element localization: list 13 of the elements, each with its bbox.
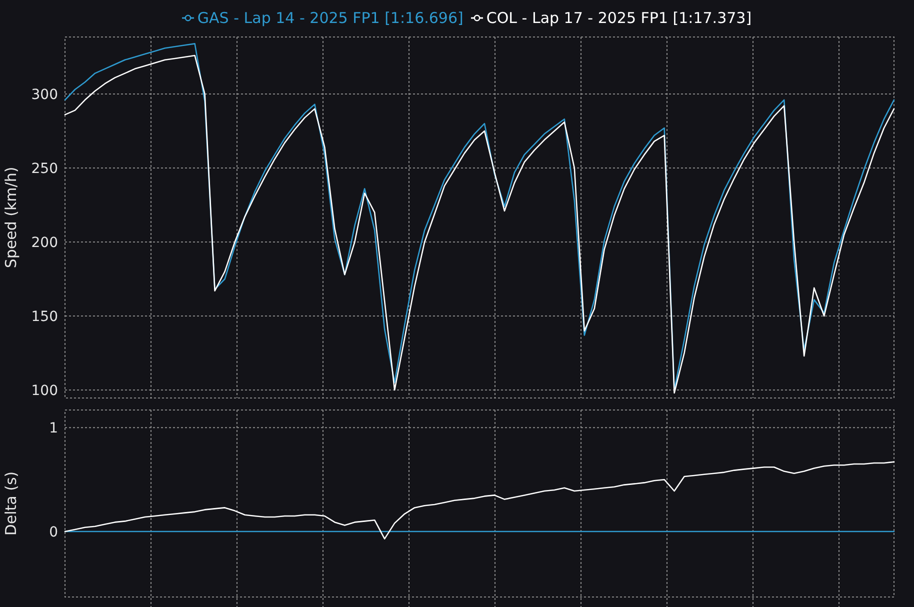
legend-marker-icon — [182, 14, 194, 22]
y-axis-title: Delta (s) — [2, 471, 20, 536]
y-tick-label: 1 — [49, 420, 58, 437]
legend-label[interactable]: GAS - Lap 14 - 2025 FP1 [1:16.696] — [197, 9, 464, 27]
y-tick-label: 200 — [31, 235, 58, 251]
y-tick-label: 100 — [31, 383, 58, 399]
y-tick-label: 250 — [31, 161, 58, 177]
y-tick-label: 0 — [49, 524, 58, 541]
y-axis-title: Speed (km/h) — [2, 166, 20, 268]
y-tick-label: 150 — [31, 309, 58, 325]
y-tick-label: 300 — [31, 86, 58, 103]
legend-marker-icon — [471, 14, 484, 22]
legend-label[interactable]: COL - Lap 17 - 2025 FP1 [1:17.373] — [486, 9, 752, 27]
